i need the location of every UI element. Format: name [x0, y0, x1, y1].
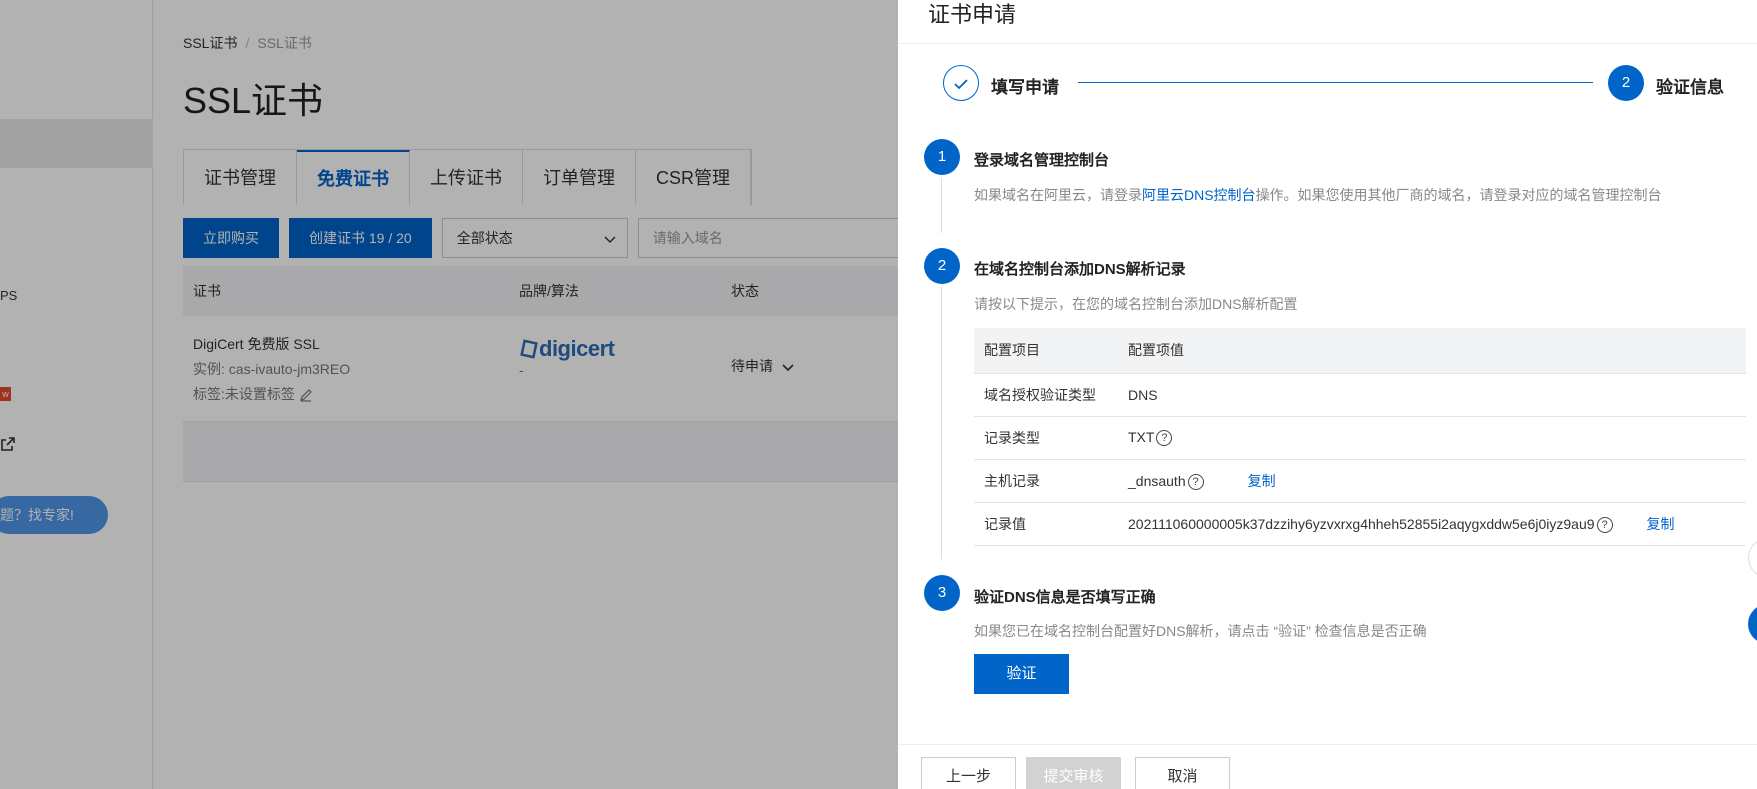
row-value: DNS [1118, 373, 1746, 417]
floating-help-button[interactable] [1748, 538, 1757, 578]
step-number: 2 [1608, 65, 1644, 101]
table-row: 域名授权验证类型 DNS [974, 373, 1746, 417]
steps-indicator: 填写申请 2 验证信息 [943, 65, 1733, 101]
timeline-line [941, 178, 942, 233]
drawer-footer: 上一步 提交审核 取消 [898, 744, 1757, 789]
cert-apply-drawer: 证书申请 填写申请 2 验证信息 1 登录域名管理控制台 如果域名在阿里云，请登… [898, 0, 1757, 789]
prev-step-button[interactable]: 上一步 [921, 757, 1016, 789]
section-title: 登录域名管理控制台 [974, 152, 1110, 169]
help-icon[interactable]: ? [1156, 430, 1173, 447]
row-value-cell: _dnsauth? 复制 [1118, 459, 1746, 503]
col-header-item: 配置项目 [974, 328, 1118, 374]
row-item: 记录类型 [974, 416, 1118, 460]
verify-button[interactable]: 验证 [974, 654, 1069, 694]
step-label-fill: 填写申请 [991, 78, 1059, 97]
copy-host-button[interactable]: 复制 [1248, 473, 1276, 489]
submit-review-button[interactable]: 提交审核 [1026, 757, 1121, 789]
section-desc: 如果域名在阿里云，请登录阿里云DNS控制台操作。如果您使用其他厂商的域名，请登录… [974, 185, 1662, 205]
floating-chat-button[interactable] [1748, 604, 1757, 644]
section-number: 2 [924, 248, 960, 284]
row-value-cell: TXT? [1118, 416, 1746, 460]
copy-value-button[interactable]: 复制 [1647, 516, 1675, 532]
drawer-title: 证书申请 [928, 2, 1017, 27]
section-title: 在域名控制台添加DNS解析记录 [974, 261, 1186, 278]
row-value: TXT [1128, 428, 1155, 445]
desc-text: 操作。如果您使用其他厂商的域名，请登录对应的域名管理控制台 [1255, 187, 1662, 203]
row-value: _dnsauth [1128, 472, 1186, 489]
section-number: 3 [924, 575, 960, 611]
row-item: 主机记录 [974, 459, 1118, 503]
table-row: 记录类型 TXT? [974, 416, 1746, 460]
table-header: 配置项目 配置项值 [974, 328, 1746, 374]
row-item: 记录值 [974, 502, 1118, 546]
row-value-cell: 202111060000005k37dzzihy6yzvxrxg4hheh528… [1118, 502, 1746, 546]
timeline-line [941, 287, 942, 559]
section-desc: 如果您已在域名控制台配置好DNS解析，请点击 “验证” 检查信息是否正确 [974, 623, 1427, 639]
row-item: 域名授权验证类型 [974, 373, 1118, 417]
section-title: 验证DNS信息是否填写正确 [974, 589, 1156, 606]
desc-text: 如果域名在阿里云，请登录 [974, 187, 1142, 203]
dns-record-table: 配置项目 配置项值 域名授权验证类型 DNS 记录类型 TXT? 主机记录 _d… [974, 328, 1746, 546]
step-connector [1078, 82, 1593, 83]
section-number: 1 [924, 139, 960, 175]
help-icon[interactable]: ? [1596, 516, 1613, 533]
step-done-check-icon [943, 65, 979, 101]
table-row: 记录值 202111060000005k37dzzihy6yzvxrxg4hhe… [974, 502, 1746, 546]
alidns-console-link[interactable]: 阿里云DNS控制台 [1142, 187, 1256, 203]
table-row: 主机记录 _dnsauth? 复制 [974, 459, 1746, 503]
help-icon[interactable]: ? [1187, 473, 1204, 490]
drawer-header: 证书申请 [898, 0, 1757, 44]
section-desc: 请按以下提示，在您的域名控制台添加DNS解析配置 [974, 296, 1298, 312]
step-label-verify: 验证信息 [1656, 78, 1724, 97]
col-header-value: 配置项值 [1118, 328, 1746, 374]
row-value: 202111060000005k37dzzihy6yzvxrxg4hheh528… [1128, 515, 1595, 532]
cancel-button[interactable]: 取消 [1135, 757, 1230, 789]
